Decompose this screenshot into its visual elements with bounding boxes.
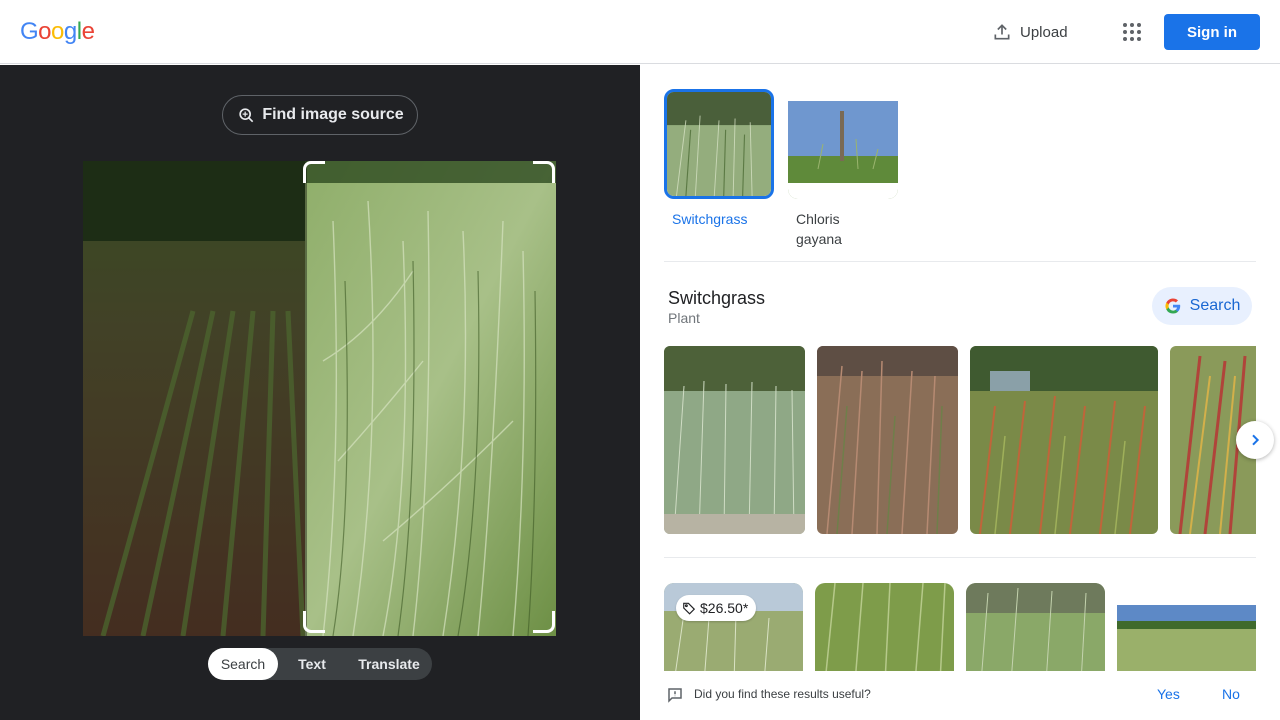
logo-letter: o xyxy=(51,18,64,45)
entity-image-carousel xyxy=(664,346,1256,534)
crop-handle-top-right[interactable] xyxy=(533,161,555,183)
mode-translate-tab[interactable]: Translate xyxy=(346,648,432,680)
visual-matches-grid: $26.50* xyxy=(664,583,1256,671)
section-divider xyxy=(664,557,1256,558)
feedback-question: Did you find these results useful? xyxy=(694,687,871,701)
feedback-yes-button[interactable]: Yes xyxy=(1157,686,1180,702)
upload-icon xyxy=(994,24,1010,40)
google-logo[interactable]: Google xyxy=(20,18,95,46)
entity-chip-chloris-gayana[interactable]: Chloris gayana xyxy=(788,89,898,249)
chip-thumbnail xyxy=(664,89,774,199)
mode-search-tab[interactable]: Search xyxy=(208,648,278,680)
carousel-image[interactable] xyxy=(970,346,1158,534)
entity-chip-switchgrass[interactable]: Switchgrass xyxy=(664,89,774,229)
mode-text-tab[interactable]: Text xyxy=(278,648,346,680)
crop-handle-bottom-left[interactable] xyxy=(303,611,325,633)
entity-subtitle: Plant xyxy=(668,310,700,326)
google-g-icon xyxy=(1165,298,1180,314)
result-image[interactable] xyxy=(815,583,954,671)
results-pane: Switchgrass Chloris gayana Switchgrass P… xyxy=(640,65,1280,720)
result-image[interactable]: $26.50* xyxy=(664,583,803,671)
result-image[interactable] xyxy=(966,583,1105,671)
feedback-bar: Did you find these results useful? Yes N… xyxy=(640,671,1280,720)
apps-grid-icon[interactable] xyxy=(1120,20,1144,44)
tag-icon xyxy=(683,602,696,615)
feedback-no-button[interactable]: No xyxy=(1222,686,1240,702)
feedback-icon xyxy=(668,688,682,703)
section-divider xyxy=(664,261,1256,262)
entity-search-button[interactable]: Search xyxy=(1152,287,1252,325)
carousel-image[interactable] xyxy=(817,346,958,534)
find-image-source-button[interactable]: Find image source xyxy=(222,95,418,135)
crop-dim-overlay xyxy=(83,161,307,636)
carousel-next-button[interactable] xyxy=(1236,421,1274,459)
logo-letter: G xyxy=(20,18,39,45)
crop-handle-bottom-right[interactable] xyxy=(533,611,555,633)
image-search-icon xyxy=(239,108,254,123)
upload-button[interactable]: Upload xyxy=(992,20,1068,44)
logo-letter: e xyxy=(81,18,95,45)
entity-search-label: Search xyxy=(1189,297,1241,314)
top-bar: Google Upload Sign in xyxy=(0,0,1280,64)
entity-title: Switchgrass xyxy=(668,288,766,308)
carousel-image[interactable] xyxy=(664,346,805,534)
chip-thumbnail xyxy=(788,89,898,199)
crop-selection-box[interactable] xyxy=(305,163,555,633)
logo-letter: o xyxy=(38,18,52,45)
crop-handle-top-left[interactable] xyxy=(303,161,325,183)
logo-letter: g xyxy=(63,18,77,45)
upload-label: Upload xyxy=(1020,23,1068,41)
chip-label: Switchgrass xyxy=(672,211,748,227)
query-image-pane: Find image source Search Text Translate xyxy=(0,65,640,720)
lens-mode-switcher: Search Text Translate xyxy=(208,648,432,680)
price-badge: $26.50* xyxy=(676,595,757,621)
result-image[interactable] xyxy=(1117,583,1256,671)
price-value: $26.50* xyxy=(700,600,749,616)
sign-in-button[interactable]: Sign in xyxy=(1164,14,1260,50)
chevron-right-icon xyxy=(1252,434,1260,446)
chip-label: Chloris gayana xyxy=(796,211,842,247)
find-image-source-label: Find image source xyxy=(262,106,404,123)
query-photo xyxy=(83,161,556,636)
